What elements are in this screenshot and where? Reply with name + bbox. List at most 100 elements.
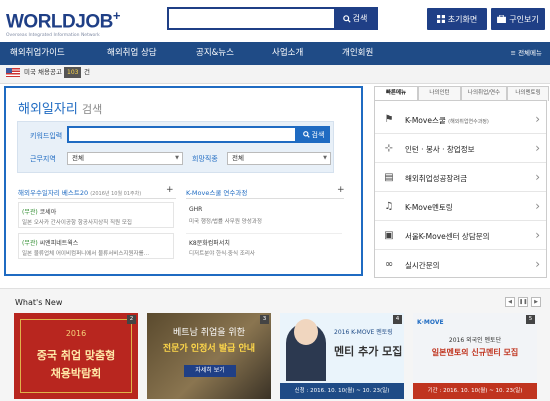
job-type-value: 전체: [232, 154, 244, 162]
quick-item-intern[interactable]: ⊹ 인턴 · 봉사 · 창업정보 ›: [375, 134, 546, 163]
pause-icon[interactable]: ❚❚: [518, 297, 528, 307]
all-menu-label: 전체메뉴: [518, 49, 542, 57]
item-desc: 일본 물류업체 어이비컴퍼니에서 물류서비스지원자를…: [22, 251, 150, 257]
network-icon: ⊹: [384, 143, 394, 154]
item-company: 코세아: [39, 209, 57, 216]
quick-item-label: K-Move스쿨: [405, 116, 446, 125]
quick-item-realtime[interactable]: ∞ 실시간문의 ›: [375, 250, 546, 279]
top-search-box: 검색: [167, 7, 378, 30]
chevron-down-icon: ▼: [323, 155, 327, 161]
item-tag: (무관): [22, 209, 38, 216]
quick-item-label: 인턴 · 봉사 · 창업정보: [405, 145, 475, 154]
top-search-button[interactable]: 검색: [334, 9, 376, 28]
item-desc: 디저트분야 한식·중식 조리사: [189, 251, 255, 257]
item-desc: 일본 오사카 간사이공항 항공사지상직 직원 모집: [22, 220, 132, 226]
banner-line3: 채용박람회: [50, 367, 102, 380]
megaphone-icon: ⚑: [384, 114, 394, 125]
quick-item-label: K-Move멘토링: [405, 203, 453, 212]
tab-my-intern[interactable]: 나의인턴: [418, 86, 461, 101]
banner-vietnam[interactable]: 베트남 취업을 위한 전문가 인정서 발급 안내 자세히 보기 3: [147, 313, 271, 399]
job-type-select[interactable]: 전체 ▼: [227, 152, 331, 165]
kmove-course-title[interactable]: K-Move스쿨 연수과정: [186, 187, 247, 197]
quick-item-label: 해외취업성공장려금: [405, 174, 468, 183]
region-value: 전체: [72, 154, 84, 162]
banner-number: 3: [260, 315, 269, 324]
worldjob-logo[interactable]: WORLDJOB+ Overseas Integrated Informatio…: [6, 6, 120, 39]
search-icon: [342, 14, 351, 23]
quick-item-label: 서울K-Move센터 상담문의: [405, 232, 490, 241]
tab-my-employment[interactable]: 나의취업/연수: [461, 86, 507, 101]
nav-guide[interactable]: 해외취업가이드: [10, 42, 65, 65]
keyword-search-button[interactable]: 검색: [297, 126, 330, 143]
top-search-input[interactable]: [169, 9, 339, 28]
best20-item[interactable]: (무관) 코세아 일본 오사카 간사이공항 항공사지상직 직원 모집: [18, 202, 174, 228]
banner-line1: 2016: [65, 329, 87, 338]
divider: [18, 198, 176, 199]
tab-quick-menu[interactable]: 빠른메뉴: [374, 86, 418, 101]
home-button-label: 초기화면: [447, 14, 478, 24]
best20-more-button[interactable]: +: [166, 185, 174, 195]
job-count-badge: 103: [64, 67, 82, 78]
kmove-item[interactable]: K8문화컴퍼서치 디저트분야 한식·중식 조리사: [186, 233, 342, 259]
best20-period: (2016년 10월 01주차): [90, 191, 142, 197]
banner-line2: 전문가 인정서 발급 안내: [162, 344, 256, 354]
kmove-item[interactable]: GHR 미국 행정/법률 사무원 양성과정: [186, 202, 342, 228]
region-select[interactable]: 전체 ▼: [67, 152, 183, 165]
banner-detail-button[interactable]: 자세히 보기: [184, 365, 236, 377]
banner-line2: 중국 취업 맞춤형: [36, 349, 116, 362]
top-search-label: 검색: [352, 14, 368, 23]
home-button[interactable]: 초기화면: [427, 8, 487, 30]
all-menu-button[interactable]: ≡ 전체메뉴: [511, 42, 542, 65]
us-jobs-link[interactable]: 미국 채용공고: [24, 68, 62, 77]
quick-item-seoul-center[interactable]: ▣ 서울K-Move센터 상담문의 ›: [375, 221, 546, 250]
kmove-more-button[interactable]: +: [337, 185, 345, 195]
next-icon[interactable]: ▶: [531, 297, 541, 307]
keyword-input[interactable]: [67, 126, 297, 143]
item-company: 씨엔피네트웍스: [39, 240, 79, 247]
quick-item-sub: (해외취업연수과정): [448, 119, 489, 125]
quick-item-incentive[interactable]: ▤ 해외취업성공장려금 ›: [375, 163, 546, 192]
chevron-right-icon: ›: [535, 257, 540, 271]
sub-bar: [0, 65, 550, 84]
chevron-right-icon: ›: [535, 199, 540, 213]
grid-icon: [436, 15, 445, 23]
jobseek-button-label: 구인보기: [509, 14, 539, 24]
nav-notice-news[interactable]: 공지&뉴스: [196, 42, 234, 65]
item-company: GHR: [189, 206, 203, 213]
banner-foreign-mentor[interactable]: K·MOVE 2016 외국인 멘토단 일본멘토의 신규멘티 모집 기간 : 2…: [413, 313, 537, 399]
briefcase-icon: ▣: [384, 230, 394, 241]
chevron-right-icon: ›: [535, 170, 540, 184]
panel-title-main: 해외일자리: [18, 102, 78, 117]
divider: [186, 198, 344, 199]
item-desc: 미국 행정/법률 사무원 양성과정: [189, 219, 262, 225]
kmove-logo: K·MOVE: [417, 319, 444, 326]
item-company: K8문화컴퍼서치: [189, 240, 230, 247]
prev-icon[interactable]: ◀: [505, 297, 515, 307]
quick-item-mentoring[interactable]: ♫ K-Move멘토링 ›: [375, 192, 546, 221]
nav-consulting[interactable]: 해외취업 상담: [107, 42, 157, 65]
nav-member[interactable]: 개인회원: [342, 42, 373, 65]
bell-icon: ♫: [384, 201, 394, 212]
banner-line3: 신청 : 2016. 10. 10(월) ~ 10. 23(일): [280, 383, 404, 399]
best20-item[interactable]: (무관) 씨엔피네트웍스 일본 물류업체 어이비컴퍼니에서 물류서비스지원자를…: [18, 233, 174, 259]
quick-item-kmove-school[interactable]: ⚑ K-Move스쿨 (해외취업연수과정) ›: [375, 105, 546, 134]
banner-number: 4: [393, 315, 402, 324]
item-tag: (무관): [22, 240, 38, 247]
us-flag-icon: [6, 68, 20, 77]
keyword-search-label: 검색: [311, 130, 325, 139]
document-icon: ▤: [384, 172, 394, 183]
banner-line1: 2016 K-MOVE 멘토링: [334, 329, 393, 336]
banner-china-fair[interactable]: 2016 중국 취업 맞춤형 채용박람회 2: [14, 313, 138, 399]
tab-my-mentoring[interactable]: 나의멘토링: [507, 86, 549, 101]
chevron-right-icon: ›: [535, 112, 540, 126]
panel-title: 해외일자리 검색: [18, 98, 102, 117]
banner-kmove-mentoring[interactable]: 2016 K-MOVE 멘토링 멘티 추가 모집 신청 : 2016. 10. …: [280, 313, 404, 399]
best20-title[interactable]: 해외우수일자리 베스트20 (2016년 10월 01주차): [18, 187, 141, 197]
jobseek-button[interactable]: 구인보기: [491, 8, 545, 30]
nav-about[interactable]: 사업소개: [272, 42, 303, 65]
main-navigation: 해외취업가이드 해외취업 상담 공지&뉴스 사업소개 개인회원 ≡ 전체메뉴: [0, 42, 550, 65]
chevron-down-icon: ▼: [175, 155, 179, 161]
logo-text: WORLDJOB: [6, 11, 113, 33]
glasses-icon: ∞: [384, 259, 394, 270]
whats-new-nav: ◀ ❚❚ ▶: [505, 297, 545, 307]
